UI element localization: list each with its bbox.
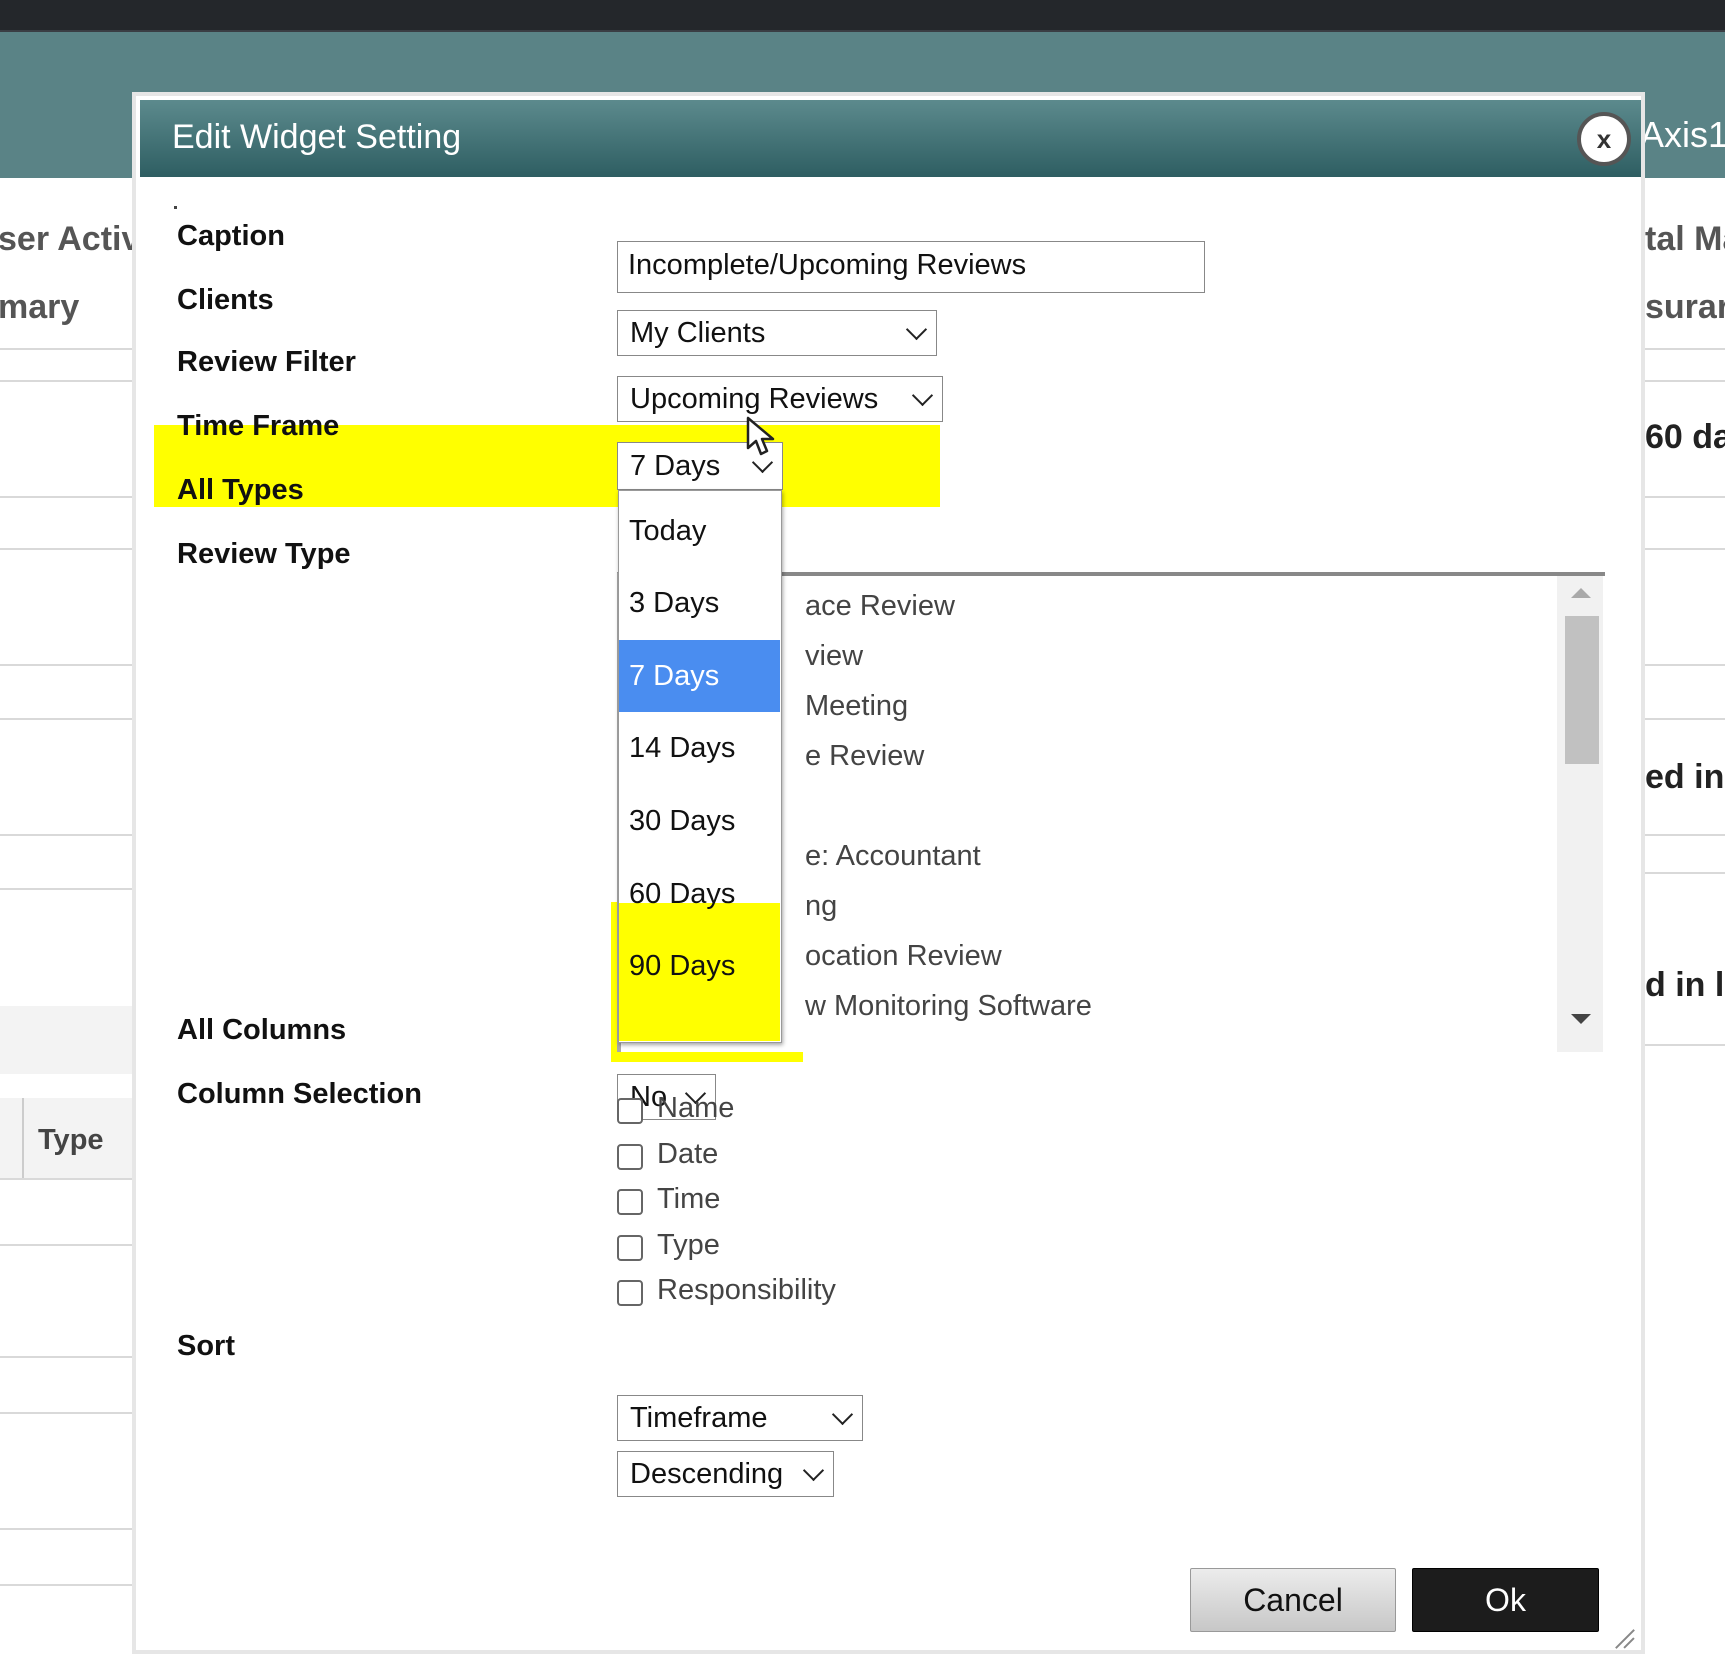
bg-divider	[0, 1244, 132, 1246]
time-frame-select-value: 7 Days	[630, 449, 721, 482]
review-type-item[interactable]: e: Accountant	[805, 840, 981, 873]
column-checkbox-label: Responsibility	[657, 1274, 836, 1306]
bg-divider	[0, 1584, 132, 1586]
sort-label: Sort	[177, 1330, 235, 1362]
time-frame-option[interactable]: Today	[619, 495, 780, 567]
scroll-down-arrow-icon[interactable]	[1571, 1014, 1591, 1024]
bg-divider	[1645, 548, 1725, 550]
column-checkbox[interactable]	[617, 1143, 643, 1170]
time-frame-option[interactable]: 14 Days	[619, 713, 780, 785]
bg-left-heading: ser Activ	[0, 220, 132, 258]
caption-input[interactable]: Incomplete/Upcoming Reviews	[617, 241, 1205, 293]
review-type-scrollbar[interactable]	[1557, 576, 1603, 1052]
bg-divider	[0, 718, 132, 720]
window-top-bar	[0, 0, 1725, 30]
cancel-button[interactable]: Cancel	[1190, 1568, 1396, 1632]
bg-left-subheading: mary	[0, 288, 80, 326]
bg-divider	[1645, 664, 1725, 666]
review-filter-select-value: Upcoming Reviews	[630, 382, 879, 415]
time-frame-label: Time Frame	[177, 410, 340, 442]
chevron-down-icon	[911, 384, 934, 406]
bg-band	[0, 1006, 132, 1074]
brand-name: Axis1(	[1640, 114, 1725, 155]
clients-select[interactable]: My Clients	[617, 310, 937, 356]
bg-right-subheading: surar	[1645, 288, 1725, 326]
bg-right-text: ed in l	[1645, 758, 1725, 796]
all-columns-label: All Columns	[177, 1014, 347, 1046]
bg-divider	[1645, 872, 1725, 874]
mouse-pointer-icon	[746, 416, 775, 456]
time-frame-option[interactable]: 90 Days	[619, 931, 780, 1003]
close-icon: x	[1596, 124, 1612, 154]
bg-divider	[0, 888, 132, 890]
scroll-up-arrow-icon[interactable]	[1571, 588, 1591, 598]
column-checkbox[interactable]	[617, 1280, 643, 1306]
dialog-title: Edit Widget Setting	[172, 118, 462, 156]
bg-divider	[1645, 718, 1725, 720]
bg-divider	[0, 548, 132, 550]
background-left-panel: ser Activ mary Type	[0, 178, 132, 1654]
column-checkbox[interactable]	[617, 1098, 643, 1124]
bg-divider	[0, 1412, 132, 1414]
bg-divider	[0, 496, 132, 498]
time-frame-option[interactable]: 3 Days	[619, 568, 780, 640]
review-type-item[interactable]: ace Review	[805, 590, 955, 623]
bg-divider	[0, 1528, 132, 1530]
sort-field-select-value: Timeframe	[630, 1401, 768, 1434]
bg-divider	[0, 348, 132, 350]
review-type-item[interactable]: w Monitoring Software	[805, 990, 1092, 1023]
column-checkbox[interactable]	[617, 1189, 643, 1215]
time-frame-option[interactable]: 60 Days	[619, 858, 780, 930]
bg-divider	[1645, 348, 1725, 350]
column-checkbox-label: Name	[657, 1092, 735, 1124]
bg-right-heading: tal Ma	[1645, 220, 1725, 258]
time-frame-option[interactable]: 7 Days	[619, 640, 780, 713]
bg-divider	[1645, 1044, 1725, 1046]
all-types-label: All Types	[177, 474, 304, 506]
review-type-item[interactable]: ng	[805, 890, 837, 923]
bg-divider	[1645, 380, 1725, 382]
review-type-item[interactable]: e Review	[805, 740, 924, 773]
bg-divider	[1645, 834, 1725, 836]
bg-divider	[0, 1356, 132, 1358]
bg-column-divider	[22, 1098, 24, 1178]
review-filter-label: Review Filter	[177, 346, 356, 378]
scrollbar-thumb[interactable]	[1565, 616, 1599, 764]
dialog-header[interactable]: Edit Widget Setting x	[140, 100, 1641, 177]
ok-button[interactable]: Ok	[1412, 1568, 1599, 1632]
bg-divider	[0, 834, 132, 836]
chevron-down-icon	[831, 1403, 854, 1425]
review-type-item[interactable]: view	[805, 640, 863, 673]
bg-column-type: Type	[38, 1124, 104, 1156]
bg-divider	[0, 380, 132, 382]
column-selection-label: Column Selection	[177, 1078, 422, 1110]
edit-widget-dialog: Edit Widget Setting x Caption Clients Re…	[132, 92, 1645, 1654]
bg-divider	[0, 1178, 132, 1180]
column-checkbox[interactable]	[617, 1234, 643, 1261]
time-frame-options: Today 3 Days 7 Days 14 Days 30 Days 60 Days 90…	[618, 490, 782, 1043]
time-frame-option[interactable]: 30 Days	[619, 785, 780, 857]
column-checkbox-label: Type	[657, 1228, 720, 1261]
chevron-down-icon	[905, 318, 928, 340]
column-checkbox-label: Time	[657, 1183, 721, 1215]
sort-field-select[interactable]: Timeframe	[617, 1395, 863, 1441]
review-type-label: Review Type	[177, 538, 351, 570]
sort-order-select-value: Descending	[630, 1457, 784, 1490]
bg-divider	[1645, 496, 1725, 498]
review-type-item[interactable]: Meeting	[805, 690, 908, 723]
column-checkbox-label: Date	[657, 1137, 719, 1170]
sort-order-select[interactable]: Descending	[617, 1451, 834, 1497]
caption-label: Caption	[177, 220, 285, 252]
clients-label: Clients	[177, 284, 274, 316]
review-filter-select[interactable]: Upcoming Reviews	[617, 376, 943, 422]
bg-right-text: d in la	[1645, 966, 1725, 1004]
bg-right-text: 60 da	[1645, 418, 1725, 456]
chevron-down-icon	[802, 1459, 825, 1481]
bg-divider	[0, 664, 132, 666]
background-right-panel: tal Ma surar 60 da ed in l d in la	[1645, 178, 1725, 1654]
clients-select-value: My Clients	[630, 316, 766, 349]
decorative-dot	[174, 206, 177, 209]
review-type-item[interactable]: ocation Review	[805, 940, 1002, 973]
close-button[interactable]: x	[1577, 112, 1631, 166]
